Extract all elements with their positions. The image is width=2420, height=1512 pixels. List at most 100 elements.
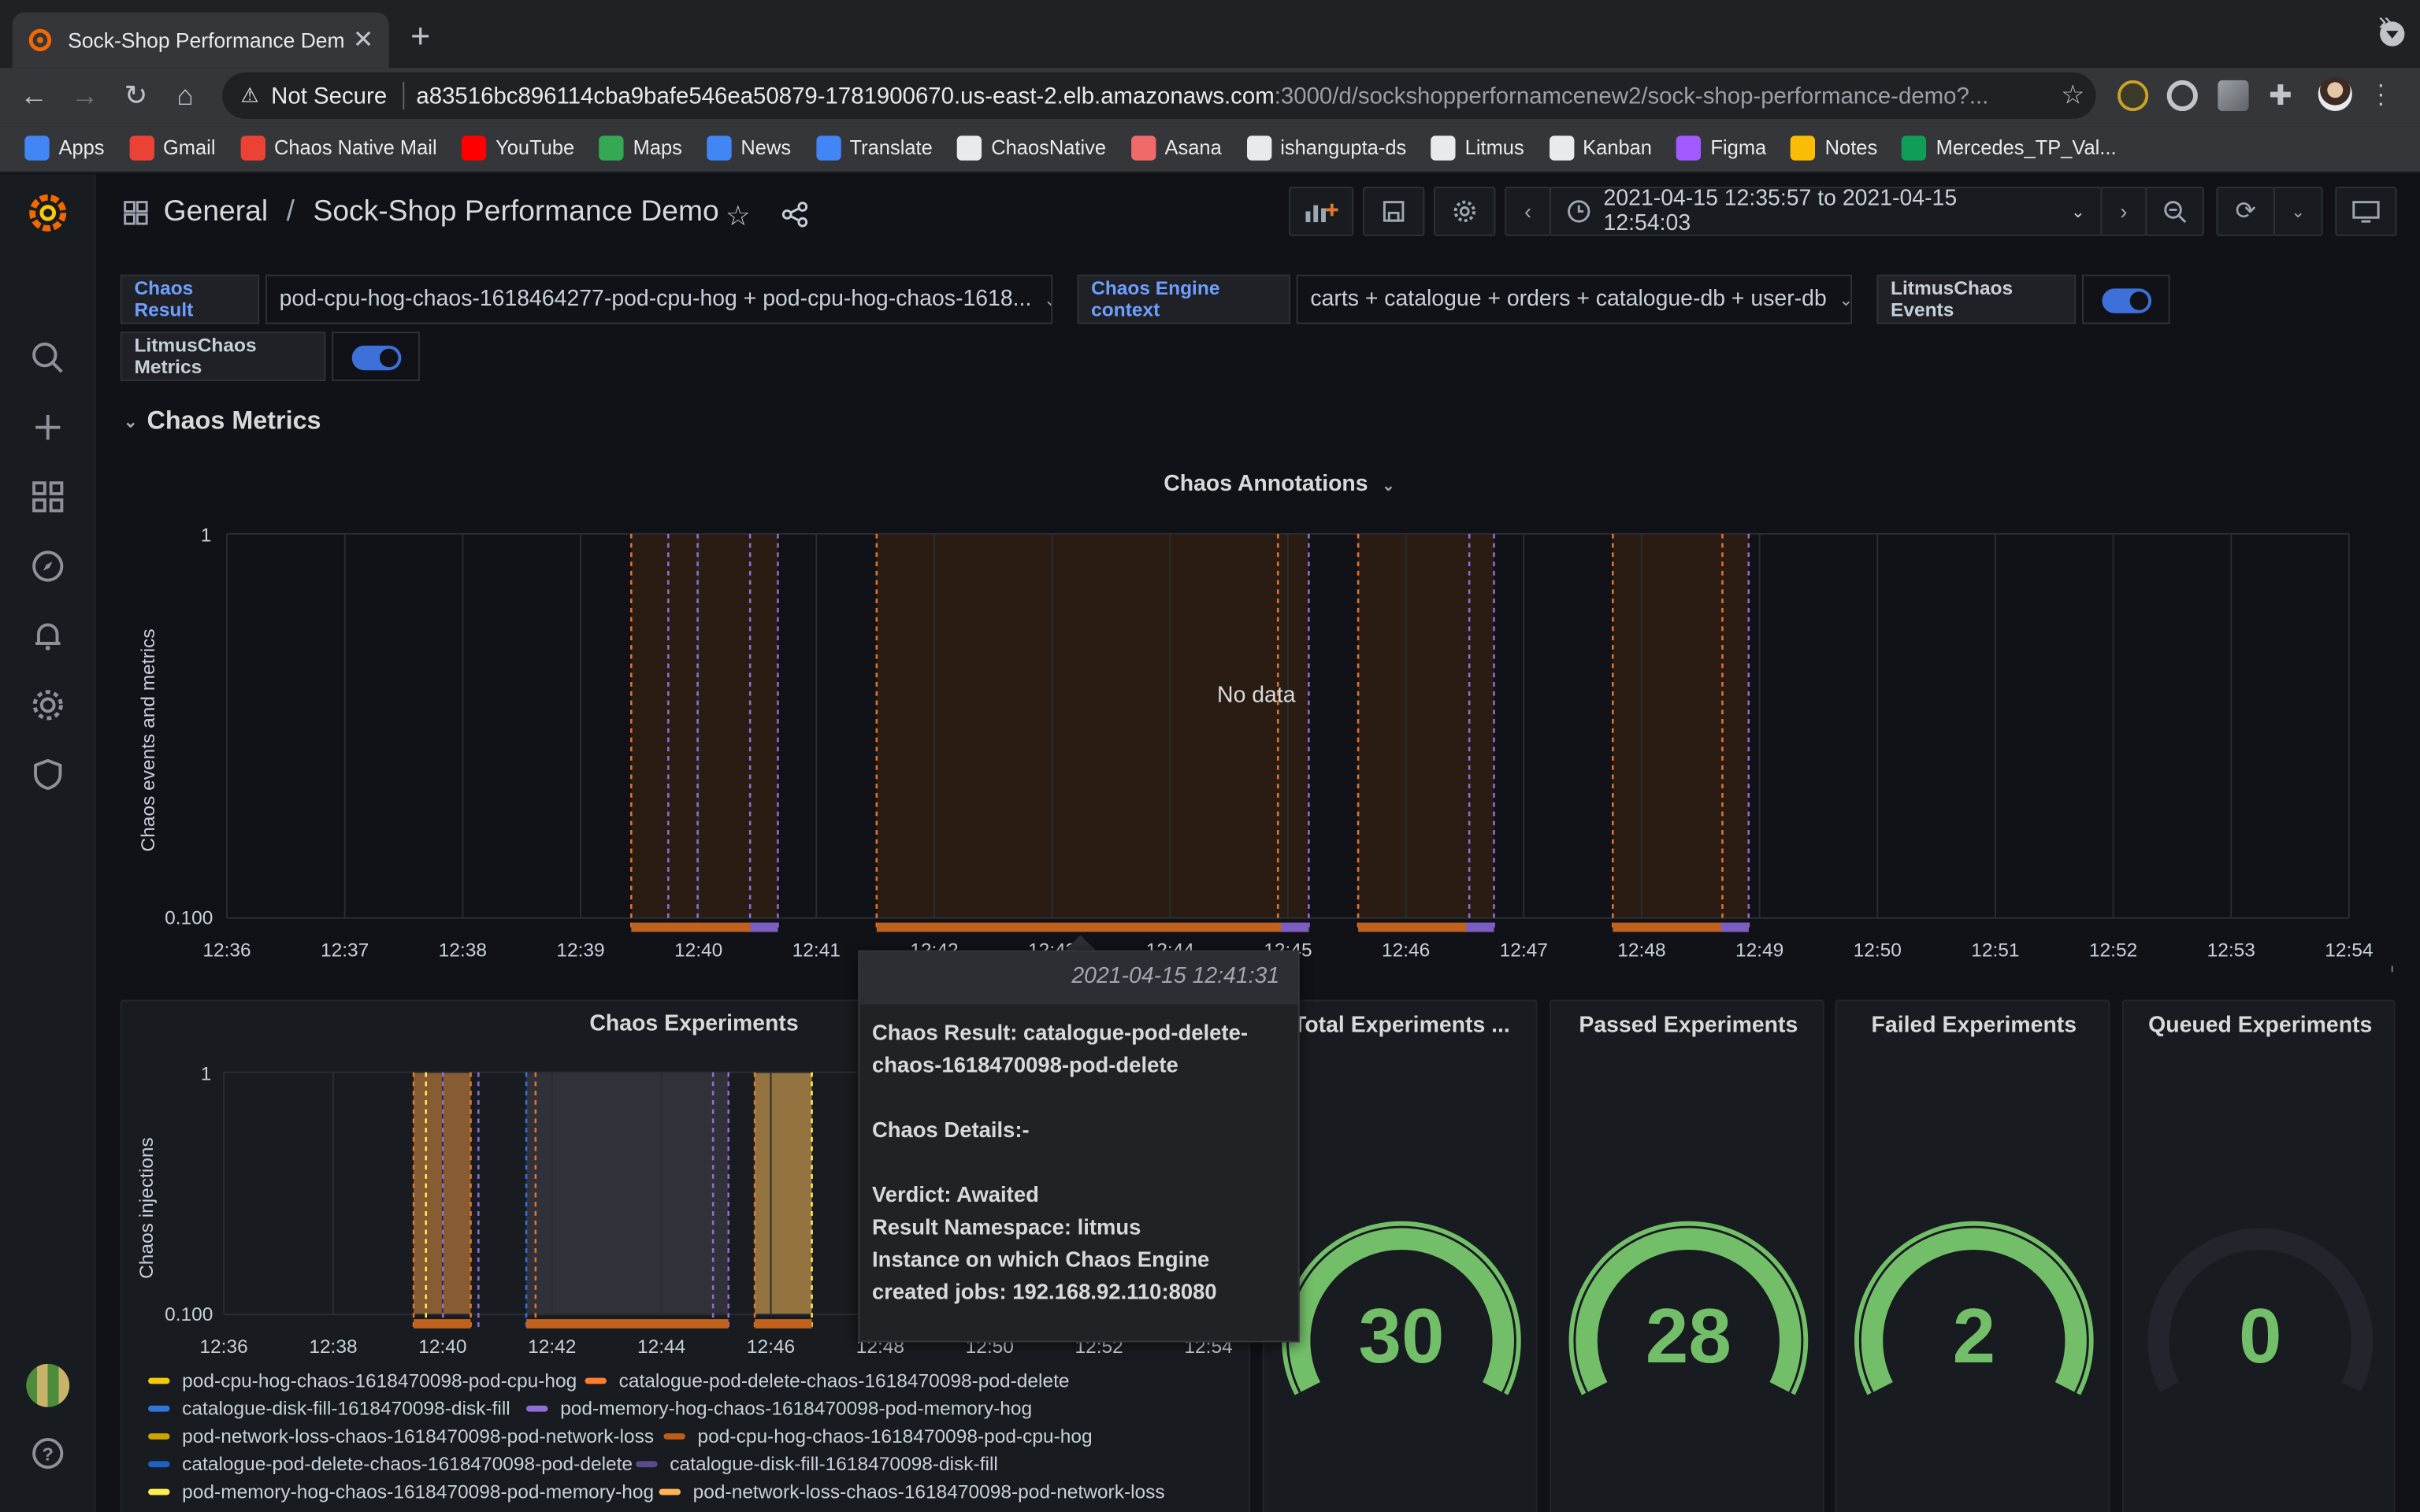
bookmark-item[interactable]: Maps [599,135,682,160]
zoom-out-button[interactable] [2145,187,2204,236]
create-plus-icon[interactable] [29,409,66,446]
bookmark-item[interactable]: Mercedes_TP_Val... [1902,135,2117,160]
legend-item[interactable]: catalogue-disk-fill-1618470098-disk-fill [148,1398,510,1419]
bookmark-item[interactable]: ishangupta-ds [1246,135,1407,160]
extensions-puzzle-icon[interactable]: ✚ [2269,80,2299,111]
stat-panel-title[interactable]: Failed Experiments [1836,1014,2108,1038]
experiment-region[interactable] [755,1072,812,1315]
bookmark-label: YouTube [496,135,575,159]
legend-item[interactable]: pod-cpu-hog-chaos-1618470098-pod-cpu-hog [663,1425,1093,1447]
experiments-panel-title[interactable]: Chaos Experiments [589,1012,798,1036]
alerting-bell-icon[interactable] [29,617,66,654]
more-bookmarks-icon[interactable]: » [2378,9,2392,37]
chaos-engine-context-value: carts + catalogue + orders + catalogue-d… [1310,287,1827,312]
bookmark-item[interactable]: Translate [815,135,933,160]
search-icon[interactable] [29,339,66,376]
annotation-region[interactable] [1613,533,1749,918]
bookmark-label: Kanban [1583,135,1652,159]
more-menu-icon[interactable]: · · · [2377,73,2385,117]
bookmark-item[interactable]: Apps [24,135,105,160]
grafana-logo-icon[interactable] [24,190,71,236]
experiment-region-bar[interactable] [414,1319,471,1329]
stat-panel-title[interactable]: Passed Experiments [1551,1014,1823,1038]
refresh-button[interactable]: ⟳ [2216,187,2275,236]
legend-item[interactable]: pod-cpu-hog-chaos-1618470098-pod-cpu-hog [148,1370,577,1392]
legend-item[interactable]: catalogue-pod-delete-chaos-1618470098-po… [148,1454,633,1475]
reload-icon[interactable]: ↻ [117,77,154,114]
legend-item[interactable]: pod-network-loss-chaos-1618470098-pod-ne… [659,1481,1165,1503]
add-panel-button[interactable] [1288,187,1354,236]
forward-icon[interactable]: → [66,77,103,114]
close-tab-icon[interactable]: ✕ [353,24,373,55]
stat-value: 30 [1358,1292,1445,1380]
browser-tab[interactable]: Sock-Shop Performance Demo ✕ [12,12,389,69]
bookmark-item[interactable]: Figma [1676,135,1766,160]
litmuschaos-events-toggle[interactable] [2102,288,2152,313]
star-dashboard-icon[interactable]: ☆ [726,201,751,233]
legend-item[interactable]: catalogue-disk-fill-1618470098-disk-fill [636,1454,998,1475]
annotations-chart[interactable]: 12:3612:3712:3812:3912:4012:4112:4212:43… [154,510,2407,973]
annotation-region-bar[interactable] [1281,922,1309,932]
explore-compass-icon[interactable] [29,548,66,585]
annotations-panel-title[interactable]: Chaos Annotations ⌄ [1164,472,1395,497]
help-icon[interactable]: ? [29,1435,66,1472]
legend-item[interactable]: catalogue-pod-delete-chaos-1618470098-po… [585,1370,1070,1392]
home-icon[interactable]: ⌂ [167,77,204,114]
experiment-region[interactable] [526,1072,729,1315]
extension-icon[interactable] [2218,80,2249,112]
bookmark-label: Apps [58,135,105,159]
server-admin-shield-icon[interactable] [29,756,66,793]
time-shift-back-button[interactable]: ‹ [1505,187,1551,236]
chaos-engine-context-select[interactable]: carts + catalogue + orders + catalogue-d… [1296,274,1853,324]
experiment-region-bar[interactable] [755,1319,812,1329]
annotation-region-bar[interactable] [1466,922,1494,932]
refresh-interval-dropdown[interactable]: ⌄ [2273,187,2323,236]
row-header[interactable]: ⌄ Chaos Metrics [124,407,321,436]
dashboards-icon[interactable] [29,478,66,515]
tv-mode-button[interactable] [2335,187,2397,236]
legend-item[interactable]: pod-network-loss-chaos-1618470098-pod-ne… [148,1425,654,1447]
bookmark-item[interactable]: News [707,135,791,160]
bookmark-item[interactable]: Notes [1791,135,1877,160]
extension-icon[interactable] [2118,80,2149,112]
bookmark-item[interactable]: Kanban [1549,135,1652,160]
annotation-region-bar[interactable] [750,922,778,932]
bookmark-item[interactable]: Asana [1130,135,1222,160]
annotation-region[interactable] [1358,533,1494,918]
dashboard-title[interactable]: Sock-Shop Performance Demo [314,196,719,230]
address-bar[interactable]: ⚠ Not Secure a83516bc896114cba9bafe546ea… [222,72,2096,119]
panel-resize-handle[interactable] [2383,965,2393,973]
save-dashboard-button[interactable] [1362,187,1425,236]
bookmark-label: ishangupta-ds [1280,135,1407,159]
folder-link[interactable]: General [164,196,268,230]
share-icon[interactable] [781,201,808,228]
annotation-region[interactable] [631,533,778,918]
chaos-result-select[interactable]: pod-cpu-hog-chaos-1618464277-pod-cpu-hog… [265,274,1053,324]
legend-item[interactable]: pod-memory-hog-chaos-1618470098-pod-memo… [526,1398,1032,1419]
time-shift-forward-button[interactable]: › [2100,187,2147,236]
bookmark-item[interactable]: Chaos Native Mail [239,135,437,160]
user-avatar[interactable] [26,1363,70,1407]
stat-panel-title[interactable]: Total Experiments ... [1264,1014,1536,1038]
legend-item[interactable]: pod-memory-hog-chaos-1618470098-pod-memo… [148,1481,654,1503]
time-range-picker[interactable]: 2021-04-15 12:35:57 to 2021-04-15 12:54:… [1550,187,2103,236]
experiment-region-bar[interactable] [526,1319,729,1329]
bookmark-item[interactable]: ChaosNative [957,135,1106,160]
stat-panel-title[interactable]: Queued Experiments [2124,1014,2394,1038]
annotation-region[interactable] [876,533,1309,918]
bookmark-item[interactable]: Gmail [128,135,215,160]
new-tab-icon[interactable]: + [410,19,430,54]
configuration-gear-icon[interactable] [29,687,66,724]
bookmark-star-icon[interactable]: ☆ [2050,80,2096,111]
stat-panel: Failed Experiments 2 [1835,999,2110,1512]
extension-target-icon[interactable] [2166,80,2198,112]
back-icon[interactable]: ← [16,77,53,114]
bookmark-item[interactable]: Litmus [1431,135,1524,160]
litmuschaos-metrics-toggle[interactable] [351,345,402,371]
annotation-region-bar[interactable] [876,922,1309,932]
zoom-out-icon [2164,201,2187,224]
profile-avatar[interactable] [2318,76,2352,112]
bookmark-item[interactable]: YouTube [461,135,575,160]
annotation-region-bar[interactable] [1720,922,1749,932]
dashboard-settings-button[interactable] [1434,187,1496,236]
